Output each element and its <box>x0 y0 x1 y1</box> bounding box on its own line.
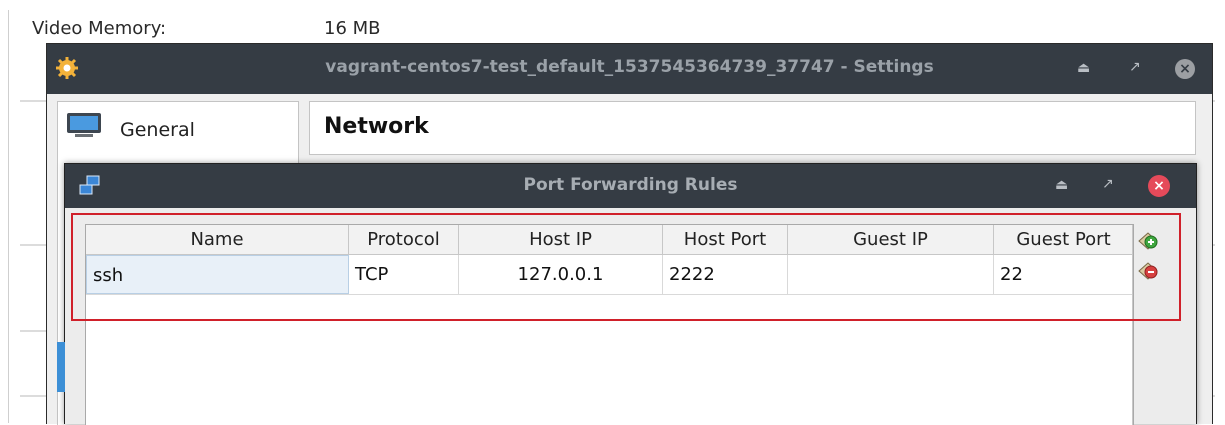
restore-icon[interactable]: ↗ <box>1129 59 1141 75</box>
restore-icon[interactable]: ↗ <box>1102 176 1114 192</box>
close-icon[interactable]: × <box>1175 59 1195 79</box>
sidebar-item-general[interactable]: General <box>66 108 286 148</box>
sidebar-item-label: General <box>120 119 195 141</box>
eject-icon[interactable]: ⏏ <box>1055 177 1068 193</box>
video-memory-label: Video Memory: <box>32 18 167 39</box>
settings-window-title: vagrant-centos7-test_default_15375453647… <box>325 57 934 77</box>
page-title: Network <box>324 114 429 139</box>
video-memory-value: 16 MB <box>324 18 381 39</box>
highlight-frame <box>71 213 1181 321</box>
monitor-icon <box>67 113 101 137</box>
port-forwarding-title: Port Forwarding Rules <box>523 175 738 195</box>
port-forwarding-titlebar[interactable]: Port Forwarding Rules ⏏ ↗ × <box>65 164 1196 208</box>
port-forwarding-dialog: Port Forwarding Rules ⏏ ↗ × Name Protoco… <box>64 163 1197 425</box>
settings-titlebar[interactable]: vagrant-centos7-test_default_15375453647… <box>47 44 1212 94</box>
selection-indicator <box>57 342 65 392</box>
background-border <box>8 10 9 423</box>
section-header: Network <box>309 101 1196 155</box>
close-icon[interactable]: × <box>1148 175 1170 197</box>
eject-icon[interactable]: ⏏ <box>1077 60 1090 76</box>
